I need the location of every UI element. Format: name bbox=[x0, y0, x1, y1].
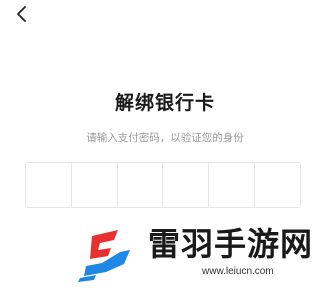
watermark-logo-icon bbox=[78, 230, 130, 282]
watermark-url: www.leiucn.com bbox=[202, 266, 274, 277]
watermark-brand: 雷羽手游网 bbox=[148, 225, 314, 263]
pin-digit-2[interactable] bbox=[72, 163, 118, 207]
pin-digit-5[interactable] bbox=[209, 163, 256, 207]
pin-digit-3[interactable] bbox=[118, 163, 164, 207]
watermark: 雷羽手游网 www.leiucn.com bbox=[78, 222, 328, 288]
pin-digit-4[interactable] bbox=[163, 163, 210, 207]
chevron-left-icon bbox=[17, 6, 26, 22]
pin-digit-1[interactable] bbox=[26, 163, 72, 207]
pin-input[interactable] bbox=[25, 162, 301, 208]
page-title: 解绑银行卡 bbox=[114, 92, 215, 114]
unbind-card-screen: 解绑银行卡 请输入支付密码，以验证您的身份 雷羽手游网 www.leiucn.c… bbox=[0, 0, 330, 288]
pin-digit-6[interactable] bbox=[255, 163, 300, 207]
back-button[interactable] bbox=[10, 2, 34, 26]
page-subtitle: 请输入支付密码，以验证您的身份 bbox=[86, 132, 244, 144]
